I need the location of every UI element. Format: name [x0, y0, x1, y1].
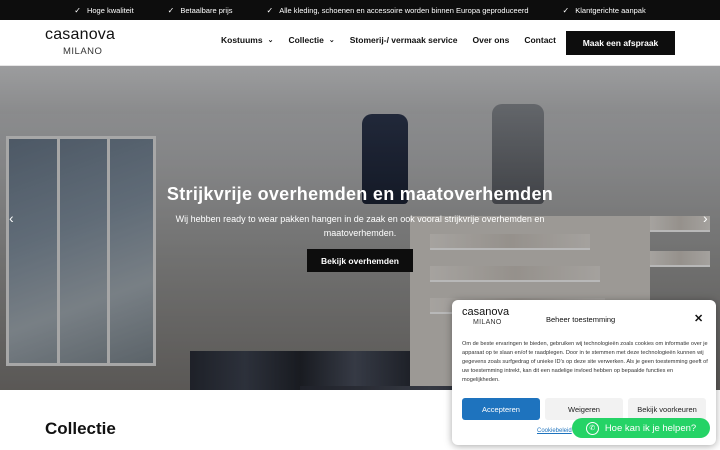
- nav-label: Stomerij-/ vermaak service: [349, 35, 458, 45]
- usp-item: ✓ Betaalbare prijs: [168, 6, 233, 15]
- whatsapp-label: Hoe kan ik je helpen?: [604, 422, 697, 434]
- nav-item-collectie[interactable]: Collectie ⌄: [288, 35, 334, 45]
- usp-bar: ✓ Hoge kwaliteit ✓ Betaalbare prijs ✓ Al…: [0, 0, 720, 20]
- hero-text: Wij hebben ready to wear pakken hangen i…: [175, 214, 545, 238]
- usp-label: Klantgerichte aanpak: [575, 5, 646, 15]
- nav-item-contact[interactable]: Contact: [524, 35, 556, 45]
- check-icon: ✓: [74, 5, 81, 15]
- nav-label: Kostuums: [221, 35, 263, 45]
- nav-item-kostuums[interactable]: Kostuums ⌄: [221, 35, 273, 45]
- cookie-text: Om de beste ervaringen te bieden, gebrui…: [462, 341, 708, 383]
- check-icon: ✓: [266, 5, 274, 15]
- view-shirts-button[interactable]: Bekijk overhemden: [307, 249, 413, 272]
- chevron-down-icon: ⌄: [328, 37, 335, 44]
- cookie-logo-sub: MILANO: [473, 319, 502, 326]
- nav-label: Collectie: [288, 35, 324, 45]
- chevron-down-icon: ⌄: [267, 37, 274, 44]
- site-logo[interactable]: casanova MILANO: [45, 26, 116, 57]
- slider-next-icon[interactable]: ›: [703, 210, 708, 226]
- logo-sub: MILANO: [63, 46, 103, 57]
- site-header: casanova MILANO Kostuums ⌄ Collectie ⌄ S…: [0, 20, 720, 66]
- usp-item: ✓ Klantgerichte aanpak: [563, 6, 646, 15]
- nav-label: Over ons: [472, 35, 510, 45]
- slider-prev-icon[interactable]: ‹: [9, 210, 14, 226]
- usp-item: ✓ Alle kleding, schoenen en accessoire w…: [267, 6, 529, 15]
- whatsapp-chat-button[interactable]: ✆ Hoe kan ik je helpen?: [572, 418, 710, 438]
- accept-button[interactable]: Accepteren: [462, 398, 540, 420]
- cookie-title: Beheer toestemming: [546, 315, 616, 324]
- view-preferences-button[interactable]: Bekijk voorkeuren: [628, 398, 706, 420]
- hero-title: Strijkvrije overhemden en maatoverhemden: [166, 184, 554, 204]
- close-icon[interactable]: ✕: [694, 312, 703, 325]
- cookie-policy-link[interactable]: Cookiebeleid: [537, 428, 572, 434]
- usp-item: ✓ Hoge kwaliteit: [74, 6, 133, 15]
- usp-label: Hoge kwaliteit: [86, 5, 134, 15]
- nav-item-over-ons[interactable]: Over ons: [472, 35, 509, 45]
- whatsapp-icon: ✆: [585, 421, 599, 435]
- nav-item-stomerij[interactable]: Stomerij-/ vermaak service: [350, 35, 458, 45]
- check-icon: ✓: [167, 5, 175, 15]
- deny-button[interactable]: Weigeren: [545, 398, 623, 420]
- logo-brand: casanova: [45, 26, 116, 43]
- nav-label: Contact: [524, 35, 556, 45]
- usp-label: Betaalbare prijs: [180, 5, 233, 15]
- make-appointment-button[interactable]: Maak een afspraak: [566, 31, 675, 55]
- main-nav: Kostuums ⌄ Collectie ⌄ Stomerij-/ vermaa…: [221, 35, 571, 45]
- cookie-logo-brand: casanova: [462, 306, 510, 318]
- check-icon: ✓: [562, 5, 570, 15]
- usp-label: Alle kleding, schoenen en accessoire wor…: [279, 5, 529, 15]
- collection-heading: Collectie: [45, 419, 116, 438]
